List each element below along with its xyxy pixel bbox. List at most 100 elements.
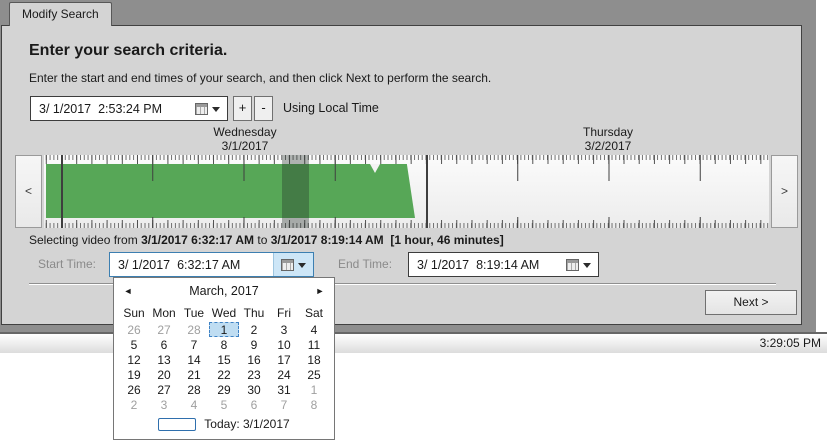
selection-prefix: Selecting video from	[29, 233, 142, 247]
today-label[interactable]: Today: 3/1/2017	[204, 417, 289, 431]
end-time-label: End Time:	[338, 257, 393, 271]
calendar-day-cell[interactable]: 10	[269, 337, 299, 352]
current-time-dropdown-button[interactable]	[187, 97, 227, 120]
chevron-down-icon	[298, 262, 306, 272]
timeline-day-label-wednesday: Wednesday 3/1/2017	[145, 125, 345, 153]
timeline-strip[interactable]	[44, 155, 769, 228]
start-time-label: Start Time:	[38, 257, 97, 271]
calendar-day-cell[interactable]: 11	[299, 337, 329, 352]
tab-modify-search[interactable]: Modify Search	[9, 2, 112, 26]
end-time-dropdown-button[interactable]	[558, 253, 598, 276]
calendar-icon	[565, 258, 579, 271]
calendar-day-cell[interactable]: 7	[179, 337, 209, 352]
calendar-day-cell[interactable]: 1	[299, 382, 329, 397]
calendar-day-cell[interactable]: 12	[119, 352, 149, 367]
calendar-footer[interactable]: Today: 3/1/2017	[114, 415, 334, 433]
calendar-weekday-header: Tue	[183, 306, 205, 320]
calendar-day-cell[interactable]: 5	[209, 397, 239, 412]
calendar-day-cell[interactable]: 26	[119, 382, 149, 397]
today-indicator-box	[158, 417, 197, 431]
calendar-day-cell[interactable]: 27	[149, 382, 179, 397]
calendar-icon	[281, 258, 294, 271]
calendar-day-cell[interactable]: 30	[239, 382, 269, 397]
calendar-day-cell[interactable]: 15	[209, 352, 239, 367]
calendar-day-cell[interactable]: 3	[149, 397, 179, 412]
selection-joiner: to	[254, 233, 271, 247]
time-decrement-button[interactable]: -	[254, 96, 273, 121]
calendar-day-cell[interactable]: 2	[119, 397, 149, 412]
calendar-day-cell[interactable]: 28	[179, 322, 209, 337]
current-time-field[interactable]: 3/ 1/2017 2:53:24 PM	[30, 96, 228, 121]
calendar-day-cell[interactable]: 27	[149, 322, 179, 337]
day-name: Wednesday	[213, 125, 277, 139]
calendar-day-cell[interactable]: 24	[269, 367, 299, 382]
calendar-popup: ◄ March, 2017 ► Sun Mon Tue Wed Thu Fri Sat 26 2…	[113, 277, 335, 440]
next-month-icon[interactable]: ►	[310, 278, 330, 305]
start-time-field[interactable]: 3/ 1/2017 6:32:17 AM	[109, 252, 314, 277]
calendar-day-cell[interactable]: 16	[239, 352, 269, 367]
timeline-ruler-top	[44, 155, 769, 181]
calendar-day-cell[interactable]: 22	[209, 367, 239, 382]
previous-month-icon[interactable]: ◄	[118, 278, 138, 305]
calendar-day-cell[interactable]: 18	[299, 352, 329, 367]
calendar-weekday-header: Sat	[304, 306, 323, 320]
timeline-day-label-thursday: Thursday 3/2/2017	[508, 125, 708, 153]
application-window: Modify Search Enter your search criteria…	[0, 0, 827, 445]
calendar-day-cell[interactable]: 17	[269, 352, 299, 367]
calendar-day-cell[interactable]: 1	[209, 322, 239, 337]
timeline-midnight-line-wed	[61, 155, 63, 228]
day-date: 3/2/2017	[584, 139, 632, 153]
calendar-day-cell[interactable]: 25	[299, 367, 329, 382]
calendar-day-cell[interactable]: 19	[119, 367, 149, 382]
chevron-left-icon: <	[24, 184, 32, 198]
end-time-value[interactable]: 3/ 1/2017 8:19:14 AM	[409, 258, 558, 272]
selection-duration: [1 hour, 46 minutes]	[390, 233, 504, 247]
calendar-weekday-header: Mon	[152, 306, 176, 320]
calendar-day-cell[interactable]: 28	[179, 382, 209, 397]
calendar-day-cell[interactable]: 5	[119, 337, 149, 352]
plus-icon: +	[238, 100, 247, 115]
calendar-day-cell[interactable]: 14	[179, 352, 209, 367]
calendar-day-cell[interactable]: 26	[119, 322, 149, 337]
calendar-day-cell[interactable]: 4	[299, 322, 329, 337]
calendar-day-cell[interactable]: 3	[269, 322, 299, 337]
calendar-day-cell[interactable]: 8	[299, 397, 329, 412]
calendar-day-cell[interactable]: 6	[149, 337, 179, 352]
calendar-weekday-header: Thu	[243, 306, 265, 320]
calendar-day-cell[interactable]: 20	[149, 367, 179, 382]
calendar-day-cell[interactable]: 21	[179, 367, 209, 382]
calendar-day-cell[interactable]: 8	[209, 337, 239, 352]
calendar-day-cell[interactable]: 6	[239, 397, 269, 412]
chevron-down-icon	[211, 106, 220, 116]
timeline-scroll-right-button[interactable]: >	[771, 155, 798, 228]
chevron-right-icon: >	[780, 184, 788, 198]
calendar-day-cell[interactable]: 23	[239, 367, 269, 382]
end-time-field[interactable]: 3/ 1/2017 8:19:14 AM	[408, 252, 599, 277]
calendar-weekday-header: Sun	[123, 306, 145, 320]
next-button[interactable]: Next >	[705, 290, 797, 315]
day-date: 3/1/2017	[221, 139, 269, 153]
selection-start-datetime: 3/1/2017 6:32:17 AM	[141, 233, 255, 247]
start-time-value[interactable]: 3/ 1/2017 6:32:17 AM	[110, 258, 273, 272]
time-increment-button[interactable]: +	[233, 96, 252, 121]
timeline-scroll-left-button[interactable]: <	[15, 155, 42, 228]
current-time-value[interactable]: 3/ 1/2017 2:53:24 PM	[31, 102, 187, 116]
calendar-month-label[interactable]: March, 2017	[189, 284, 258, 298]
calendar-day-cell[interactable]: 7	[269, 397, 299, 412]
calendar-day-cell[interactable]: 9	[239, 337, 269, 352]
minus-icon: -	[261, 100, 266, 115]
calendar-day-cell[interactable]: 31	[269, 382, 299, 397]
start-time-dropdown-button[interactable]	[273, 253, 313, 276]
selection-end-datetime: 3/1/2017 8:19:14 AM	[270, 233, 384, 247]
calendar-day-cell[interactable]: 2	[239, 322, 269, 337]
day-name: Thursday	[582, 125, 634, 139]
timeline-selection-band[interactable]	[282, 155, 309, 228]
calendar-day-cell[interactable]: 4	[179, 397, 209, 412]
calendar-day-cell[interactable]: 13	[149, 352, 179, 367]
next-button-label: Next >	[733, 295, 769, 309]
calendar-day-cell[interactable]: 29	[209, 382, 239, 397]
timeline-ruler-bottom	[44, 217, 769, 228]
tab-label: Modify Search	[22, 7, 99, 21]
timeline-midnight-line-thu	[426, 155, 428, 228]
calendar-date-grid: Sun Mon Tue Wed Thu Fri Sat 26 27 28 1 2 3 4 5 6 7 8 9 10 11…	[114, 305, 334, 412]
